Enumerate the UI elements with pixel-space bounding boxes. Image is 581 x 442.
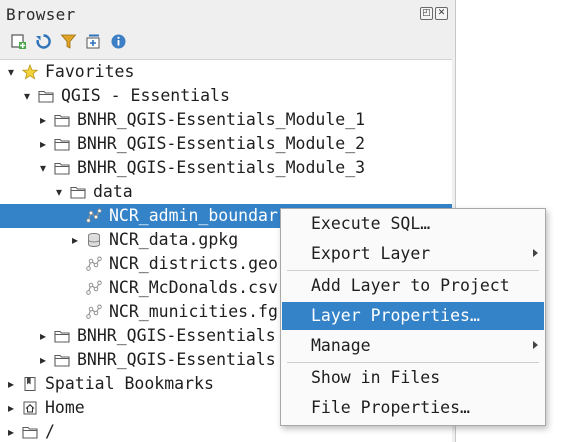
tree-item[interactable]: ▾ QGIS - Essentials [0,84,452,108]
submenu-arrow-icon [533,341,538,349]
expand-arrow-down-icon[interactable]: ▾ [56,186,66,198]
info-icon[interactable] [110,33,127,50]
expand-arrow-right-icon[interactable]: ▸ [40,354,50,366]
expand-arrow-right-icon[interactable]: ▸ [40,114,50,126]
tree-item-label: NCR_admin_boundar [109,206,278,225]
tree-item[interactable]: ▾ data [0,180,452,204]
tree-item[interactable]: ▸ BNHR_QGIS-Essentials_Module_2 [0,132,452,156]
panel-title: Browser [6,5,76,24]
vector-layer-icon [86,280,102,296]
qgis-window: Browser ◰ ✕ ▾ Favorites ▾ QGIS - Essenti… [0,0,581,442]
vector-layer-icon [86,256,102,272]
tree-item-label: QGIS - Essentials [61,86,230,105]
layer-properties-menu-item[interactable]: Layer Properties… [282,302,544,330]
expand-arrow-right-icon[interactable]: ▸ [40,330,50,342]
tree-item[interactable]: ▾ Favorites [0,60,452,84]
folder-icon [54,352,70,368]
expand-arrow-right-icon[interactable]: ▸ [72,234,82,246]
tree-item-label: data [93,182,133,201]
folder-icon [54,328,70,344]
execute-sql-menu-item[interactable]: Execute SQL… [282,210,544,238]
menu-item-label: Layer Properties… [311,306,480,325]
folder-icon [54,136,70,152]
expand-arrow-right-icon[interactable]: ▸ [8,402,18,414]
close-panel-icon[interactable]: ✕ [435,7,448,20]
tree-item[interactable]: ▾ BNHR_QGIS-Essentials_Module_3 [0,156,452,180]
expand-arrow-down-icon[interactable]: ▾ [8,66,18,78]
tree-item-label: BNHR_QGIS-Essentials [77,326,276,345]
menu-item-label: File Properties… [311,398,470,417]
manage-menu-item[interactable]: Manage [282,332,544,360]
menu-item-label: Export Layer [311,244,431,263]
star-icon [21,63,39,80]
tree-item-label: BNHR_QGIS-Essentials_Module_1 [77,110,366,129]
expand-arrow-right-icon[interactable]: ▸ [40,138,50,150]
folder-icon [54,112,70,128]
tree-item-label: BNHR_QGIS-Essentials [77,350,276,369]
menu-item-label: Add Layer to Project [311,276,510,295]
tree-item-label: Favorites [45,62,135,81]
tree-item-label: NCR_districts.geo [109,254,278,273]
export-layer-menu-item[interactable]: Export Layer [282,240,544,268]
filter-icon[interactable] [60,33,77,50]
menu-item-label: Execute SQL… [311,214,431,233]
folder-icon [38,88,54,104]
expand-arrow-right-icon[interactable]: ▸ [8,426,18,438]
add-selected-layers-icon[interactable] [10,33,27,50]
context-menu: Execute SQL… Export Layer Add Layer to Pro… [280,208,546,426]
menu-item-label: Manage [311,336,371,355]
menu-separator [287,270,539,271]
expand-arrow-right-icon[interactable]: ▸ [8,378,18,390]
expand-arrow-down-icon[interactable]: ▾ [24,90,34,102]
vector-layer-icon [86,304,102,320]
collapse-all-icon[interactable] [85,33,102,50]
tree-item-label: NCR_McDonalds.csv [109,278,278,297]
folder-icon [70,184,86,200]
add-layer-to-project-menu-item[interactable]: Add Layer to Project [282,272,544,300]
submenu-arrow-icon [533,249,538,257]
database-icon [86,232,102,248]
tree-item-label: NCR_municities.fg [109,302,278,321]
refresh-icon[interactable] [35,33,52,50]
tree-item-label: Home [45,398,85,417]
tree-item-label: Spatial Bookmarks [45,374,214,393]
menu-separator [287,362,539,363]
home-icon [22,400,38,416]
folder-icon [54,160,70,176]
tree-item[interactable]: ▸ BNHR_QGIS-Essentials_Module_1 [0,108,452,132]
tree-item-label: BNHR_QGIS-Essentials_Module_2 [77,134,366,153]
expand-arrow-down-icon[interactable]: ▾ [40,162,50,174]
vector-layer-icon [86,208,102,224]
tree-item-label: NCR_data.gpkg [109,230,239,249]
tree-item-label: / [45,422,55,441]
show-in-files-menu-item[interactable]: Show in Files [282,364,544,392]
float-panel-icon[interactable]: ◰ [420,7,433,20]
tree-item-label: BNHR_QGIS-Essentials_Module_3 [77,158,366,177]
folder-icon [22,424,38,440]
file-properties-menu-item[interactable]: File Properties… [282,394,544,422]
menu-item-label: Show in Files [311,368,441,387]
bookmark-icon [22,376,38,392]
